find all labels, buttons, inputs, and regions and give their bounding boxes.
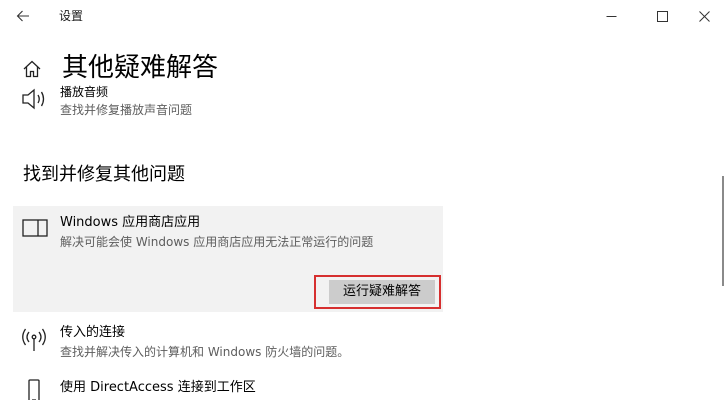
window-title: 设置: [59, 9, 84, 23]
item-title: 传入的连接: [60, 325, 126, 340]
item-description: 查找并解决传入的计算机和 Windows 防火墙的问题。: [60, 345, 350, 359]
maximize-button[interactable]: [639, 0, 685, 32]
title-bar: 设置: [0, 0, 727, 32]
minimize-button[interactable]: [588, 0, 634, 32]
phone-icon: [28, 379, 40, 400]
home-icon[interactable]: [22, 59, 42, 79]
back-arrow-icon: [16, 10, 29, 22]
maximize-icon: [656, 10, 668, 22]
item-title: 使用 DirectAccess 连接到工作区: [60, 380, 256, 395]
close-icon: [698, 10, 710, 22]
item-description: 查找并修复播放声音问题: [60, 103, 193, 117]
item-title: Windows 应用商店应用: [60, 215, 201, 230]
page-title: 其他疑难解答: [62, 53, 219, 83]
item-title: 播放音频: [60, 85, 109, 99]
minimize-icon: [606, 15, 616, 17]
run-troubleshooter-button[interactable]: 运行疑难解答: [329, 280, 435, 304]
vertical-scrollbar[interactable]: [722, 176, 724, 286]
item-description: 解决可能会使 Windows 应用商店应用无法正常运行的问题: [60, 235, 374, 249]
speaker-icon: [22, 88, 45, 110]
back-button[interactable]: [8, 2, 38, 30]
app-window-icon: [22, 219, 48, 237]
section-heading: 找到并修复其他问题: [23, 164, 185, 185]
antenna-icon: [22, 328, 46, 351]
settings-window: 设置 其他疑难解答 播放音频 查找并修复播放声音问题 找到并修复其他问题 Win…: [0, 0, 727, 400]
close-button[interactable]: [681, 0, 727, 32]
